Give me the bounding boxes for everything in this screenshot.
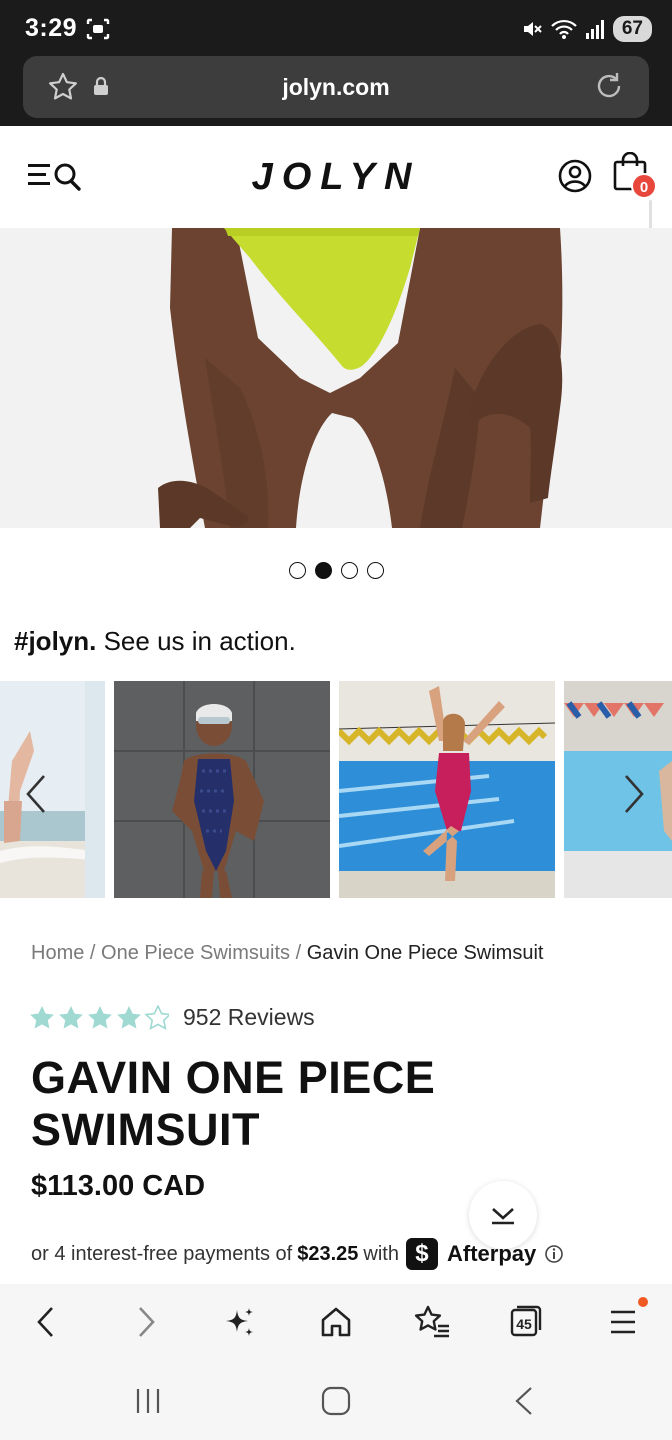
product-title: GAVIN ONE PIECE SWIMSUIT — [31, 1052, 436, 1155]
gallery-next-arrow[interactable] — [622, 774, 646, 814]
menu-notification-dot — [638, 1297, 648, 1307]
status-icons: 67 — [521, 15, 652, 43]
gallery-prev-arrow[interactable] — [24, 774, 48, 814]
site-header: JOLYN 0 — [0, 126, 672, 228]
star-icon — [88, 1005, 112, 1028]
ugc-gallery — [0, 681, 672, 898]
afterpay-amount: $23.25 — [297, 1242, 359, 1265]
tabs-button[interactable]: 45 — [509, 1304, 543, 1338]
hero-carousel-dots — [0, 562, 672, 579]
wifi-icon — [551, 19, 577, 39]
ugc-heading: #jolyn. See us in action. — [14, 626, 296, 657]
breadcrumb: Home / One Piece Swimsuits / Gavin One P… — [31, 942, 543, 965]
home-button-icon[interactable] — [321, 1386, 351, 1416]
carousel-dot-3[interactable] — [340, 562, 358, 579]
cart-count-badge: 0 — [631, 173, 657, 199]
system-navigation-bar — [0, 1364, 672, 1440]
gallery-photo-pool-flags[interactable] — [564, 681, 672, 898]
product-hero-image[interactable] — [0, 228, 672, 528]
star-icon — [30, 1005, 54, 1028]
breadcrumb-current: Gavin One Piece Swimsuit — [306, 942, 544, 964]
breadcrumb-home[interactable]: Home — [31, 942, 84, 964]
hero-photo — [0, 228, 672, 528]
gallery-photo-pool-red-swimsuit[interactable] — [339, 681, 555, 898]
back-icon[interactable] — [34, 1304, 58, 1340]
tab-count: 45 — [516, 1316, 532, 1332]
signal-icon — [585, 20, 604, 39]
star-half-icon — [145, 1004, 169, 1029]
afterpay-installments: or 4 interest-free payments of $23.25 wi… — [31, 1238, 564, 1270]
home-icon[interactable] — [318, 1304, 354, 1340]
afterpay-prefix: or 4 interest-free payments of — [31, 1242, 293, 1265]
breadcrumb-separator: / — [89, 942, 96, 964]
rating-stars — [30, 1004, 169, 1029]
browser-bottom-bar: 45 — [0, 1284, 672, 1364]
gallery-photo-navy-swimsuit[interactable] — [114, 681, 330, 898]
star-icon — [117, 1005, 141, 1028]
product-rating[interactable]: 952 Reviews — [29, 1004, 315, 1031]
hashtag-text: #jolyn. — [14, 626, 97, 656]
browser-toolbar: jolyn.com — [0, 56, 672, 126]
review-count[interactable]: 952 Reviews — [183, 1004, 315, 1031]
system-back-icon[interactable] — [512, 1386, 536, 1416]
bookmarks-icon[interactable] — [412, 1304, 452, 1340]
account-icon[interactable] — [558, 159, 592, 193]
breadcrumb-separator: / — [295, 942, 302, 964]
carousel-dot-2[interactable] — [314, 562, 332, 579]
recent-apps-icon[interactable] — [134, 1387, 162, 1415]
status-time: 3:29 — [25, 14, 78, 42]
battery-level: 67 — [612, 16, 652, 42]
afterpay-brand: Afterpay — [446, 1241, 537, 1266]
url-text: jolyn.com — [282, 74, 390, 100]
gallery-photo-beach[interactable] — [0, 681, 105, 898]
mute-icon — [523, 22, 542, 36]
screenshot-icon — [86, 18, 110, 40]
address-bar[interactable]: jolyn.com — [23, 56, 649, 118]
cash-app-icon: $ — [405, 1238, 438, 1270]
star-icon — [59, 1005, 83, 1028]
carousel-dot-1[interactable] — [288, 562, 306, 579]
status-bar: 3:29 67 — [0, 0, 672, 56]
info-icon[interactable] — [544, 1244, 564, 1264]
ugc-caption: See us in action. — [103, 626, 296, 656]
afterpay-with: with — [363, 1242, 399, 1265]
carousel-dot-4[interactable] — [366, 562, 384, 579]
forward-icon[interactable] — [134, 1304, 158, 1340]
product-price: $113.00 CAD — [31, 1170, 206, 1202]
ai-sparkle-icon[interactable] — [222, 1304, 258, 1340]
breadcrumb-category[interactable]: One Piece Swimsuits — [101, 942, 290, 964]
menu-icon[interactable] — [608, 1306, 640, 1338]
reload-icon[interactable] — [593, 70, 625, 102]
